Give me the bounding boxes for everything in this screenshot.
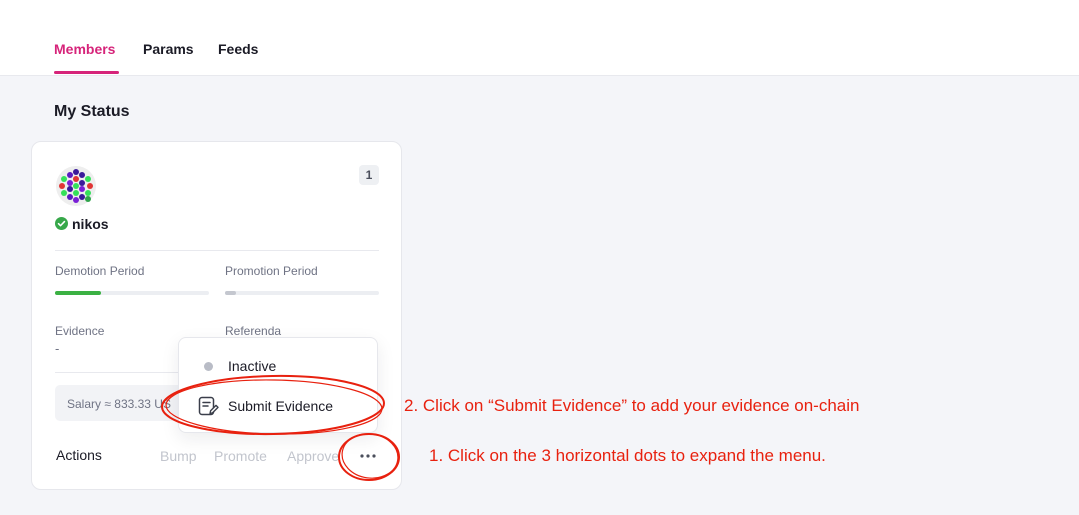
approve-button[interactable]: Approve — [287, 448, 339, 464]
tab-bar: Members Params Feeds — [0, 0, 1079, 76]
bump-button[interactable]: Bump — [160, 448, 197, 464]
document-edit-icon — [198, 396, 219, 416]
menu-item-submit-evidence-label: Submit Evidence — [228, 398, 334, 414]
annotation-step-2: 2. Click on “Submit Evidence” to add you… — [404, 396, 860, 415]
section-title: My Status — [54, 103, 130, 120]
tab-params[interactable]: Params — [143, 41, 194, 57]
menu-item-inactive-label: Inactive — [228, 358, 277, 374]
actions-dropdown-menu: Inactive Submit Evidence — [178, 337, 378, 433]
actions-label: Actions — [56, 447, 102, 463]
more-options-icon[interactable] — [350, 442, 386, 470]
menu-item-inactive[interactable]: Inactive — [179, 346, 379, 386]
promotion-progress-bar — [225, 291, 379, 295]
evidence-label: Evidence — [55, 324, 105, 338]
member-status-card: 1 nikos Demotion Period Promotion Period… — [31, 141, 402, 490]
identicon-avatar-icon — [56, 166, 96, 206]
demotion-progress-fill — [55, 291, 102, 295]
rank-badge: 1 — [359, 165, 379, 185]
promotion-progress-fill — [225, 291, 236, 295]
member-username: nikos — [72, 216, 109, 232]
annotation-step-1: 1. Click on the 3 horizontal dots to exp… — [429, 446, 826, 465]
verified-check-icon — [55, 217, 68, 230]
promotion-period-label: Promotion Period — [225, 264, 318, 278]
promote-button[interactable]: Promote — [214, 448, 267, 464]
card-divider — [55, 250, 379, 251]
tab-feeds[interactable]: Feeds — [218, 41, 258, 57]
tab-members[interactable]: Members — [54, 41, 115, 57]
demotion-progress-bar — [55, 291, 209, 295]
status-dot-icon — [204, 362, 213, 371]
menu-item-submit-evidence[interactable]: Submit Evidence — [179, 386, 379, 426]
referenda-label: Referenda — [225, 324, 282, 338]
active-tab-indicator — [54, 71, 119, 74]
evidence-value: - — [55, 341, 60, 356]
demotion-period-label: Demotion Period — [55, 264, 145, 278]
